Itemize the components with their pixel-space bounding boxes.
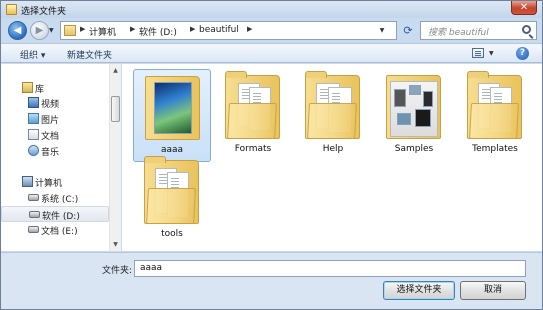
folder-label: Templates: [472, 144, 518, 154]
nav-item-pictures[interactable]: 图片: [1, 111, 109, 127]
search-icon: [522, 25, 531, 34]
command-toolbar: 组织 ▾ 新建文件夹 ▼ ?: [1, 43, 542, 63]
music-icon: [28, 145, 39, 156]
folder-tab-icon: [225, 71, 247, 78]
folder-label: tools: [161, 229, 183, 239]
scroll-down-icon[interactable]: ▼: [110, 239, 121, 250]
organize-menu[interactable]: 组织 ▾: [20, 48, 45, 61]
refresh-button[interactable]: ⟳: [400, 21, 416, 40]
arrow-left-icon: ◀: [13, 25, 22, 36]
address-bar[interactable]: ▶ 计算机 ▶ 软件 (D:) ▶ beautiful ▶: [60, 21, 397, 40]
folder-icon: [6, 4, 17, 15]
help-icon[interactable]: ?: [516, 47, 529, 60]
dialog-footer: 文件夹: aaaa 选择文件夹 取消: [1, 252, 542, 309]
nav-item-label: 软件 (D:): [42, 212, 80, 222]
select-folder-button[interactable]: 选择文件夹: [383, 281, 455, 300]
chevron-right-icon: ▶: [247, 25, 253, 33]
image-thumbnail-icon: [409, 85, 421, 95]
arrow-right-icon: ▶: [35, 25, 44, 36]
window-title: 选择文件夹: [21, 7, 67, 17]
folder-item-samples[interactable]: Samples: [375, 69, 453, 162]
cancel-button[interactable]: 取消: [460, 281, 526, 300]
nav-item-documents[interactable]: 文档: [1, 127, 109, 143]
chevron-right-icon: ▶: [190, 25, 196, 33]
folder-label: Formats: [234, 144, 272, 154]
folder-front-icon: [146, 188, 196, 224]
document-icon: [28, 129, 39, 140]
nav-item-label: 音乐: [41, 148, 60, 158]
folder-item-templates[interactable]: Templates: [456, 69, 534, 162]
filename-label: 文件夹:: [102, 266, 133, 276]
image-thumbnail-icon: [154, 82, 192, 134]
recent-pages-dropdown[interactable]: ▼: [49, 27, 54, 34]
nav-item-libraries[interactable]: 库: [1, 80, 109, 96]
folder-label: Help: [322, 144, 344, 154]
image-thumbnail-icon: [394, 89, 406, 107]
refresh-icon: ⟳: [403, 24, 413, 37]
folder-front-icon: [307, 103, 357, 139]
breadcrumb-drive-d[interactable]: 软件 (D:): [139, 25, 177, 38]
views-icon[interactable]: [472, 48, 484, 58]
navigation-pane: 库 视频 图片 文档 音乐 计算机 系统 (C:) 软件 (D:) 文档 (E:…: [1, 64, 121, 251]
close-button[interactable]: ✕: [511, 1, 537, 15]
folder-view: aaaa Formats Help Samples Templates tool…: [122, 64, 542, 251]
folder-tab-icon: [144, 156, 166, 163]
nav-item-label: 系统 (C:): [41, 195, 79, 205]
select-folder-dialog: 选择文件夹 ✕ ◀ ▶ ▼ ▶ 计算机 ▶ 软件 (D:) ▶ beautifu…: [0, 0, 543, 310]
folder-icon: [64, 25, 76, 36]
folder-tab-icon: [467, 71, 489, 78]
nav-item-label: 图片: [41, 116, 60, 126]
folder-item-formats[interactable]: Formats: [214, 69, 292, 162]
nav-item-drive-e[interactable]: 文档 (E:): [1, 222, 109, 238]
folder-tab-icon: [305, 71, 327, 78]
scroll-up-icon[interactable]: ▲: [110, 65, 121, 76]
title-bar: 选择文件夹 ✕: [1, 1, 542, 18]
search-input[interactable]: 搜索 beautiful: [420, 21, 537, 40]
folder-front-icon: [469, 103, 519, 139]
nav-item-label: 文档: [41, 132, 60, 142]
new-folder-button[interactable]: 新建文件夹: [67, 48, 112, 61]
folder-item-tools[interactable]: tools: [133, 154, 211, 247]
views-dropdown[interactable]: ▼: [489, 50, 494, 57]
hard-drive-icon: [29, 211, 40, 218]
video-icon: [28, 97, 39, 108]
search-placeholder: 搜索 beautiful: [428, 28, 489, 38]
folder-item-aaaa[interactable]: aaaa: [133, 69, 211, 162]
hard-drive-icon: [28, 226, 39, 233]
breadcrumb-computer[interactable]: 计算机: [89, 25, 116, 38]
image-thumbnail-icon: [397, 113, 411, 125]
nav-item-videos[interactable]: 视频: [1, 95, 109, 111]
address-history-dropdown[interactable]: ▼: [376, 21, 388, 40]
chevron-right-icon: ▶: [80, 25, 86, 33]
nav-item-label: 计算机: [35, 179, 63, 189]
image-thumbnail-icon: [415, 109, 431, 127]
nav-item-drive-d[interactable]: 软件 (D:): [1, 206, 109, 222]
scrollbar-thumb[interactable]: [111, 96, 120, 122]
nav-item-drive-c[interactable]: 系统 (C:): [1, 190, 109, 206]
nav-scrollbar[interactable]: ▲ ▼: [109, 64, 121, 251]
image-thumbnail-icon: [423, 91, 433, 107]
folder-front-icon: [227, 103, 277, 139]
nav-item-label: 文档 (E:): [41, 227, 78, 237]
nav-item-computer[interactable]: 计算机: [1, 174, 109, 190]
pictures-icon: [28, 113, 39, 124]
nav-item-label: 库: [35, 85, 45, 95]
back-button[interactable]: ◀: [8, 21, 27, 40]
breadcrumb-beautiful[interactable]: beautiful: [199, 25, 239, 35]
nav-item-music[interactable]: 音乐: [1, 143, 109, 159]
folder-name-input[interactable]: aaaa: [134, 260, 526, 277]
library-icon: [22, 82, 33, 93]
computer-icon: [22, 176, 33, 187]
folder-item-help[interactable]: Help: [294, 69, 372, 162]
nav-item-label: 视频: [41, 100, 60, 110]
forward-button[interactable]: ▶: [30, 21, 49, 40]
hard-drive-icon: [28, 194, 39, 201]
folder-label: Samples: [394, 144, 434, 154]
chevron-right-icon: ▶: [130, 25, 136, 33]
